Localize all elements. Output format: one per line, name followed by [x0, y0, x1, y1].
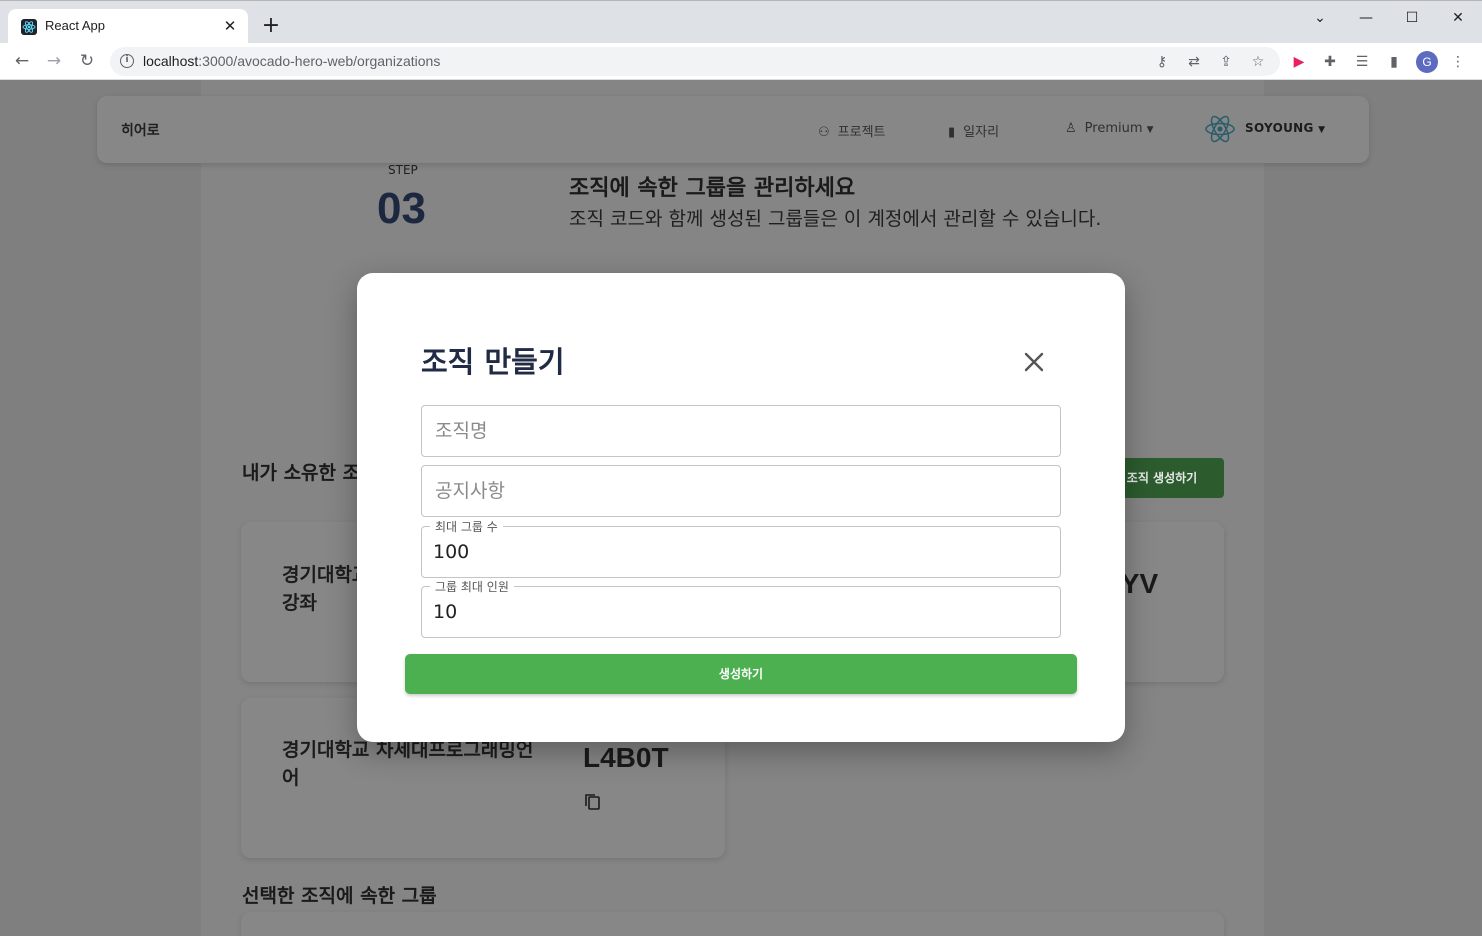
chevron-down-icon: ▼: [1146, 125, 1154, 135]
back-icon[interactable]: ←: [9, 48, 35, 74]
nav-projects[interactable]: ⚇ 프로젝트: [818, 121, 886, 140]
tab-search-icon[interactable]: ⌄: [1297, 5, 1343, 31]
step-title: 조직에 속한 그룹을 관리하세요: [569, 176, 856, 201]
close-icon[interactable]: [1021, 349, 1047, 375]
tab-close-icon[interactable]: ✕: [220, 16, 240, 36]
badge-icon: ♙: [1065, 121, 1077, 136]
tab-title: React App: [45, 18, 105, 33]
maximize-icon[interactable]: ☐: [1389, 5, 1435, 31]
profile-avatar[interactable]: G: [1416, 51, 1438, 73]
nav-premium[interactable]: ♙ Premium ▼: [1065, 121, 1154, 136]
max-groups-field[interactable]: 최대 그룹 수: [421, 518, 1061, 578]
kebab-menu-icon[interactable]: ⋮: [1448, 52, 1468, 72]
notice-input[interactable]: [422, 466, 1060, 516]
group-list-card: [241, 912, 1224, 936]
reload-icon[interactable]: ↻: [74, 48, 100, 74]
max-members-input[interactable]: [422, 587, 1060, 637]
org-card-code: L4B0T: [583, 742, 669, 773]
minimize-icon[interactable]: —: [1343, 5, 1389, 31]
react-favicon-icon: [21, 19, 37, 35]
side-panel-icon[interactable]: ▮: [1384, 52, 1404, 72]
org-name-input[interactable]: [422, 406, 1060, 456]
url-text: localhost:3000/avocado-hero-web/organiza…: [143, 53, 441, 69]
reading-list-icon[interactable]: ☰: [1352, 52, 1372, 72]
react-logo-icon[interactable]: [1204, 113, 1236, 145]
address-bar[interactable]: i localhost:3000/avocado-hero-web/organi…: [110, 47, 1280, 76]
chevron-down-icon: ▼: [1318, 125, 1326, 135]
step-label: STEP: [388, 163, 418, 177]
create-org-modal: 조직 만들기 최대 그룹 수 그룹 최대 인원 생성하기: [357, 273, 1125, 742]
max-members-field[interactable]: 그룹 최대 인원: [421, 578, 1061, 638]
bookmark-star-icon[interactable]: ☆: [1248, 52, 1268, 72]
max-groups-input[interactable]: [422, 527, 1060, 577]
browser-titlebar: React App ✕ + ⌄ — ☐ ✕: [0, 0, 1482, 44]
submit-button[interactable]: 생성하기: [405, 654, 1077, 694]
browser-tab[interactable]: React App ✕: [8, 9, 248, 44]
app-header: 히어로 ⚇ 프로젝트 ▮ 일자리 ♙ Premium ▼ SOYOUNG ▼: [97, 96, 1369, 163]
copy-icon[interactable]: [583, 792, 603, 812]
briefcase-icon: ▮: [948, 125, 956, 140]
notice-field[interactable]: [421, 465, 1061, 517]
share-icon[interactable]: ⇪: [1216, 52, 1236, 72]
people-icon: ⚇: [818, 125, 830, 140]
key-icon[interactable]: ⚷: [1152, 52, 1172, 72]
extensions-puzzle-icon[interactable]: ✚: [1320, 52, 1340, 72]
brand-logo[interactable]: 히어로: [121, 120, 160, 140]
modal-title: 조직 만들기: [421, 345, 565, 379]
nav-jobs[interactable]: ▮ 일자리: [948, 121, 999, 140]
new-tab-icon[interactable]: +: [259, 14, 283, 38]
step-description: 조직 코드와 함께 생성된 그룹들은 이 계정에서 관리할 수 있습니다.: [569, 208, 1102, 230]
forward-icon[interactable]: →: [41, 48, 67, 74]
window-close-icon[interactable]: ✕: [1435, 5, 1481, 31]
site-info-icon[interactable]: i: [120, 54, 134, 68]
org-card-name: 경기대학교 차세대프로그래밍언 어: [282, 739, 534, 789]
extension-play-icon[interactable]: ▶: [1289, 52, 1309, 72]
translate-icon[interactable]: ⇄: [1184, 52, 1204, 72]
org-name-field[interactable]: [421, 405, 1061, 457]
user-menu[interactable]: SOYOUNG ▼: [1245, 121, 1325, 135]
groups-section-title: 선택한 조직에 속한 그룹: [242, 885, 437, 907]
step-number: 03: [377, 184, 426, 233]
browser-toolbar: ← → ↻ i localhost:3000/avocado-hero-web/…: [0, 43, 1482, 80]
